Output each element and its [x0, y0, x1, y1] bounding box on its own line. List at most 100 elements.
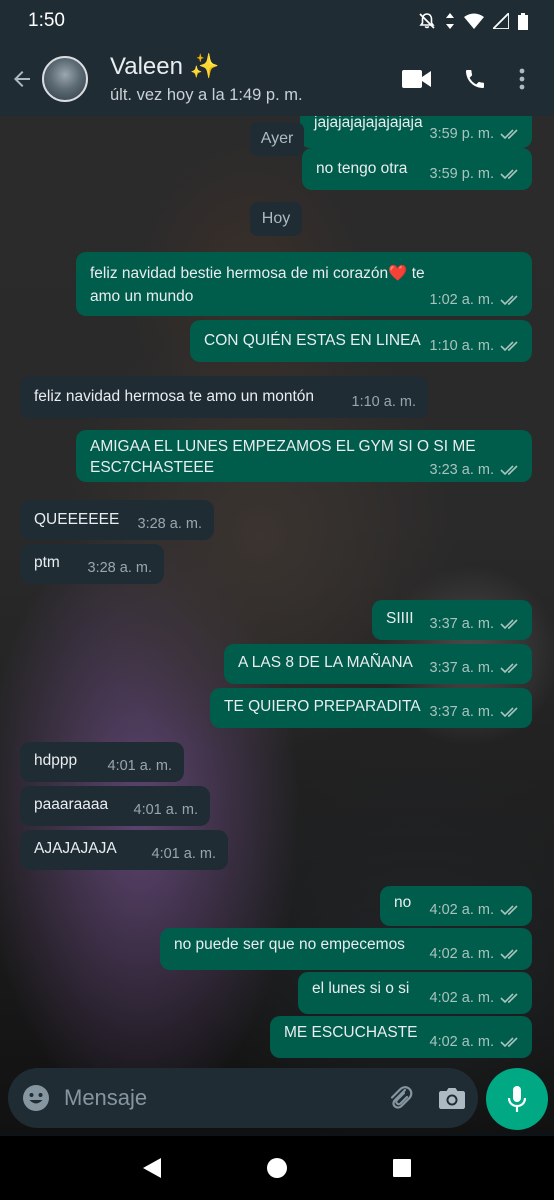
message-text: ME ESCUCHASTE	[284, 1024, 418, 1041]
message-outgoing[interactable]: feliz navidad bestie hermosa de mi coraz…	[76, 252, 532, 316]
message-outgoing[interactable]: no tengo otra 3:59 p. m.	[302, 148, 532, 190]
last-seen-status: últ. vez hoy a la 1:49 p. m.	[110, 85, 303, 104]
message-time: 1:02 a. m.	[429, 292, 494, 308]
message-meta: 4:01 a. m.	[134, 802, 198, 818]
message-composer: Mensaje	[8, 1068, 478, 1128]
contact-name: Valeen ✨	[110, 52, 220, 80]
status-time: 1:50	[28, 10, 65, 31]
attach-icon	[390, 1086, 413, 1109]
recents-square-icon	[392, 1159, 411, 1177]
message-text: feliz navidad bestie hermosa de mi coraz…	[90, 265, 425, 305]
date-chip-yesterday: Ayer	[250, 122, 304, 156]
camera-button[interactable]	[426, 1086, 478, 1110]
voice-call-button[interactable]	[446, 42, 504, 116]
read-ticks-icon	[500, 341, 518, 352]
contact-avatar[interactable]	[42, 56, 88, 102]
message-meta: 3:59 p. m.	[430, 166, 520, 182]
back-button[interactable]	[2, 42, 42, 116]
battery-icon	[518, 12, 528, 30]
read-ticks-icon	[500, 707, 518, 718]
message-text: el lunes si o si	[312, 980, 410, 997]
message-time: 1:10 a. m.	[351, 394, 416, 410]
chat-area[interactable]: jajajajajajajajaja 3:59 p. m. Ayer no te…	[0, 116, 554, 1134]
read-ticks-icon	[500, 993, 518, 1004]
message-outgoing[interactable]: no 4:02 a. m.	[380, 886, 532, 926]
message-text: ptm	[34, 554, 60, 571]
message-incoming[interactable]: ptm 3:28 a. m.	[20, 544, 164, 584]
data-arrows-icon	[446, 13, 454, 29]
message-incoming[interactable]: hdppp 4:01 a. m.	[20, 742, 184, 782]
message-meta: 4:02 a. m.	[430, 902, 520, 918]
more-vert-icon	[519, 68, 525, 90]
message-outgoing[interactable]: no puede ser que no empecemos 4:02 a. m.	[160, 928, 532, 970]
message-time: 3:28 a. m.	[137, 516, 202, 532]
message-meta: 4:01 a. m.	[152, 846, 216, 862]
header-actions	[388, 42, 540, 116]
status-bar: 1:50	[0, 0, 554, 42]
emoji-icon	[23, 1085, 49, 1111]
message-time: 3:37 a. m.	[429, 616, 494, 632]
message-meta: 1:10 a. m.	[352, 394, 416, 410]
read-ticks-icon	[500, 465, 518, 476]
phone-icon	[466, 70, 484, 88]
message-text: paaaraaaa	[34, 796, 109, 813]
message-text: A LAS 8 DE LA MAÑANA	[238, 654, 413, 671]
message-text: AJAJAJAJA	[34, 840, 117, 857]
message-meta: 3:37 a. m.	[430, 660, 520, 676]
message-meta: 4:02 a. m.	[430, 946, 520, 962]
video-call-button[interactable]	[388, 42, 446, 116]
contact-info[interactable]: Valeen ✨ últ. vez hoy a la 1:49 p. m.	[110, 53, 388, 106]
message-time: 1:10 a. m.	[429, 338, 494, 354]
message-time: 3:23 a. m.	[429, 462, 494, 478]
message-meta: 3:37 a. m.	[430, 616, 520, 632]
message-meta: 1:10 a. m.	[430, 338, 520, 354]
message-text: TE QUIERO PREPARADITA	[224, 698, 421, 715]
message-outgoing[interactable]: CON QUIÉN ESTAS EN LINEA 1:10 a. m.	[190, 320, 532, 362]
message-time: 4:02 a. m.	[429, 902, 494, 918]
home-circle-icon	[266, 1158, 287, 1178]
message-outgoing[interactable]: TE QUIERO PREPARADITA 3:37 a. m.	[210, 688, 532, 728]
message-meta: 4:02 a. m.	[430, 990, 520, 1006]
message-outgoing[interactable]: A LAS 8 DE LA MAÑANA 3:37 a. m.	[224, 644, 532, 684]
system-nav-bar	[0, 1136, 554, 1200]
voice-record-button[interactable]	[486, 1068, 548, 1130]
message-meta: 3:28 a. m.	[138, 516, 202, 532]
message-time: 3:59 p. m.	[429, 166, 494, 182]
message-text: QUEEEEEE	[34, 511, 120, 528]
message-input[interactable]: Mensaje	[64, 1085, 374, 1111]
more-options-button[interactable]	[504, 42, 540, 116]
message-time: 3:37 a. m.	[429, 660, 494, 676]
wifi-icon	[464, 13, 484, 29]
message-outgoing[interactable]: ME ESCUCHASTE 4:02 a. m.	[270, 1016, 532, 1058]
message-text: no	[394, 894, 412, 911]
nav-home-button[interactable]	[257, 1148, 297, 1188]
message-incoming[interactable]: paaaraaaa 4:01 a. m.	[20, 786, 210, 826]
message-time: 3:28 a. m.	[87, 560, 152, 576]
date-chip-today: Hoy	[250, 202, 302, 236]
emoji-button[interactable]	[8, 1084, 64, 1112]
read-ticks-icon	[500, 619, 518, 630]
message-text: CON QUIÉN ESTAS EN LINEA	[204, 332, 421, 349]
message-outgoing[interactable]: el lunes si o si 4:02 a. m.	[298, 972, 532, 1014]
read-ticks-icon	[500, 129, 518, 140]
nav-recents-button[interactable]	[382, 1148, 422, 1188]
message-time: 4:01 a. m.	[151, 846, 216, 862]
message-outgoing[interactable]: jajajajajajajajaja 3:59 p. m.	[300, 116, 532, 148]
message-text: no tengo otra	[316, 160, 408, 177]
read-ticks-icon	[500, 949, 518, 960]
status-icons	[418, 12, 528, 30]
message-meta: 3:37 a. m.	[430, 704, 520, 720]
message-meta: 4:01 a. m.	[108, 758, 172, 774]
nav-back-button[interactable]	[132, 1148, 172, 1188]
message-incoming[interactable]: feliz navidad hermosa te amo un montón 1…	[20, 376, 428, 418]
message-outgoing[interactable]: SIIII 3:37 a. m.	[372, 600, 532, 640]
message-text: jajajajajajajajaja	[314, 116, 423, 131]
message-meta: 1:02 a. m.	[430, 292, 520, 308]
message-time: 4:02 a. m.	[429, 946, 494, 962]
message-incoming[interactable]: QUEEEEEE 3:28 a. m.	[20, 500, 214, 540]
attach-button[interactable]	[374, 1084, 426, 1112]
chat-header: Valeen ✨ últ. vez hoy a la 1:49 p. m.	[0, 42, 554, 116]
message-incoming[interactable]: AJAJAJAJA 4:01 a. m.	[20, 830, 228, 870]
message-outgoing[interactable]: AMIGAA EL LUNES EMPEZAMOS EL GYM SI O SI…	[76, 430, 532, 482]
message-text: no puede ser que no empecemos	[174, 936, 405, 953]
